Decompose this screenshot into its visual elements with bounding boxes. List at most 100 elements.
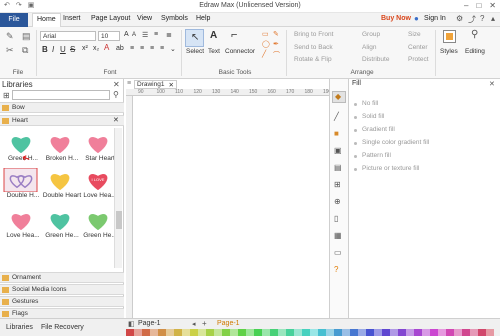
bold-button[interactable]: B	[42, 45, 48, 54]
paste-icon[interactable]: ▤	[22, 31, 31, 42]
group-button[interactable]: Group	[362, 31, 380, 38]
italic-button[interactable]: I	[52, 45, 54, 54]
font-name-select[interactable]: Arial	[40, 31, 96, 41]
size-button[interactable]: Size	[408, 31, 421, 38]
font-settings-icon[interactable]: ⌄	[170, 45, 176, 53]
radio-icon[interactable]	[354, 129, 357, 132]
shape-item[interactable]: Broken H...	[42, 131, 82, 163]
distribute-button[interactable]: Distribute	[362, 56, 389, 63]
align-button[interactable]: Align	[362, 44, 376, 51]
pen-icon[interactable]: ✒	[273, 40, 279, 48]
font-size-select[interactable]: 10	[98, 31, 120, 41]
tab-help[interactable]: Help	[196, 15, 210, 22]
file-menu[interactable]: File	[0, 13, 28, 27]
ellipse-shape-icon[interactable]: ◯	[262, 40, 270, 48]
highlight-icon[interactable]: ab	[116, 45, 124, 52]
scrollbar-thumb[interactable]	[116, 211, 122, 229]
library-search-input[interactable]	[12, 90, 110, 100]
fill-option[interactable]: No fill	[362, 100, 378, 107]
fill-option[interactable]: Single color gradient fill	[362, 139, 429, 146]
text-align-icon[interactable]: ≣	[166, 31, 172, 39]
shrink-font-icon[interactable]: A	[132, 32, 136, 38]
search-icon[interactable]: ⚲	[113, 90, 119, 99]
layers-icon[interactable]: ▤	[334, 163, 342, 172]
maximize-button[interactable]: □	[476, 1, 481, 10]
connector-tool-icon[interactable]: ⌐	[231, 29, 237, 41]
rotate-flip-button[interactable]: Rotate & Flip	[294, 56, 332, 63]
close-tab-icon[interactable]: ✕	[169, 81, 174, 89]
underline-button[interactable]: U	[60, 45, 66, 54]
styles-icon[interactable]	[443, 30, 456, 43]
arc-icon[interactable]: ⌒	[273, 50, 280, 60]
fill-option[interactable]: Gradient fill	[362, 126, 395, 133]
page-list-icon[interactable]: ≡	[127, 80, 131, 87]
data-icon[interactable]: ▦	[334, 231, 342, 240]
align-right-icon[interactable]: ≡	[150, 45, 154, 52]
collapse-ribbon-icon[interactable]: ▴	[491, 14, 495, 23]
shape-item[interactable]: Double Heart	[42, 168, 82, 200]
buy-now-link[interactable]: Buy Now	[381, 15, 411, 22]
bring-to-front-button[interactable]: Bring to Front	[294, 31, 333, 38]
panel-close-icon[interactable]: ✕	[113, 80, 120, 89]
image-tool-icon[interactable]: ▣	[334, 146, 342, 155]
shadow-tool-icon[interactable]: ■	[334, 129, 339, 138]
pencil-icon[interactable]: ✎	[273, 30, 279, 38]
drawing-canvas[interactable]	[134, 97, 329, 326]
help-icon[interactable]: ?	[480, 14, 484, 23]
page-prev-icon[interactable]: ◂	[192, 320, 196, 328]
tab-page-layout[interactable]: Page Layout	[91, 15, 130, 22]
hyperlink-icon[interactable]: ⊕	[334, 197, 341, 206]
center-button[interactable]: Center	[408, 44, 428, 51]
settings-icon[interactable]: ⚙	[456, 14, 463, 23]
share-icon[interactable]: ⤴	[468, 14, 476, 25]
find-icon[interactable]: ⚲	[471, 29, 478, 40]
tab-home[interactable]: Home	[32, 13, 61, 27]
fill-panel-close-icon[interactable]: ✕	[489, 80, 495, 88]
document-tab[interactable]: Drawing1 ✕	[134, 80, 177, 89]
line-tool-icon[interactable]: ╱	[334, 112, 339, 121]
protect-button[interactable]: Protect	[408, 56, 429, 63]
shape-item[interactable]: Love Hea...	[3, 208, 43, 240]
text-tool-icon[interactable]: A	[210, 30, 217, 41]
category-gestures[interactable]: Gestures	[0, 296, 124, 307]
page-icon[interactable]: ▯	[334, 214, 338, 223]
line-shape-icon[interactable]: ╱	[262, 50, 266, 58]
rectangle-shape-icon[interactable]: ▭	[262, 30, 269, 38]
radio-icon[interactable]	[354, 103, 357, 106]
copy-icon[interactable]: ⧉	[22, 45, 28, 56]
comment-icon[interactable]: ▭	[334, 248, 342, 257]
superscript-icon[interactable]: x²	[82, 45, 88, 52]
category-bow[interactable]: Bow	[0, 102, 124, 113]
page-tab[interactable]: Page-1	[138, 320, 161, 327]
strikethrough-button[interactable]: S	[70, 45, 75, 54]
shape-item[interactable]: Double H...	[3, 167, 43, 200]
align-left-icon[interactable]: ≡	[130, 45, 134, 52]
add-page-icon[interactable]: +	[202, 319, 207, 328]
cut-icon[interactable]: ✂	[6, 45, 14, 56]
radio-icon[interactable]	[354, 155, 357, 158]
category-social-media-icons[interactable]: Social Media Icons	[0, 284, 124, 295]
tab-insert[interactable]: Insert	[63, 15, 81, 22]
libraries-tab[interactable]: Libraries	[6, 324, 33, 331]
radio-icon[interactable]	[354, 168, 357, 171]
fill-tool-button[interactable]: ◆	[332, 91, 346, 103]
color-palette[interactable]	[126, 329, 500, 336]
bullets-icon[interactable]: ☰	[142, 31, 148, 39]
radio-icon[interactable]	[354, 142, 357, 145]
align-center-icon[interactable]: ≡	[140, 45, 144, 52]
file-recovery-tab[interactable]: File Recovery	[41, 324, 84, 331]
help-tool-icon[interactable]: ?	[334, 265, 338, 274]
category-ornament[interactable]: Ornament	[0, 272, 124, 283]
line-spacing-icon[interactable]: ≡	[154, 31, 158, 38]
grid-icon[interactable]: ⊞	[334, 180, 341, 189]
select-tool-button[interactable]: ↖	[185, 29, 204, 47]
page-tab-active[interactable]: Page-1	[217, 320, 240, 327]
page-nav-icon[interactable]: ◧	[128, 320, 135, 328]
close-category-icon[interactable]: ✕	[113, 116, 119, 126]
font-color-icon[interactable]: A	[104, 43, 109, 52]
subscript-icon[interactable]: x₂	[93, 45, 99, 52]
send-to-back-button[interactable]: Send to Back	[294, 44, 333, 51]
grow-font-icon[interactable]: A	[124, 31, 129, 38]
category-heart[interactable]: Heart ✕	[0, 115, 124, 126]
library-menu-icon[interactable]: ⊞	[3, 91, 10, 100]
